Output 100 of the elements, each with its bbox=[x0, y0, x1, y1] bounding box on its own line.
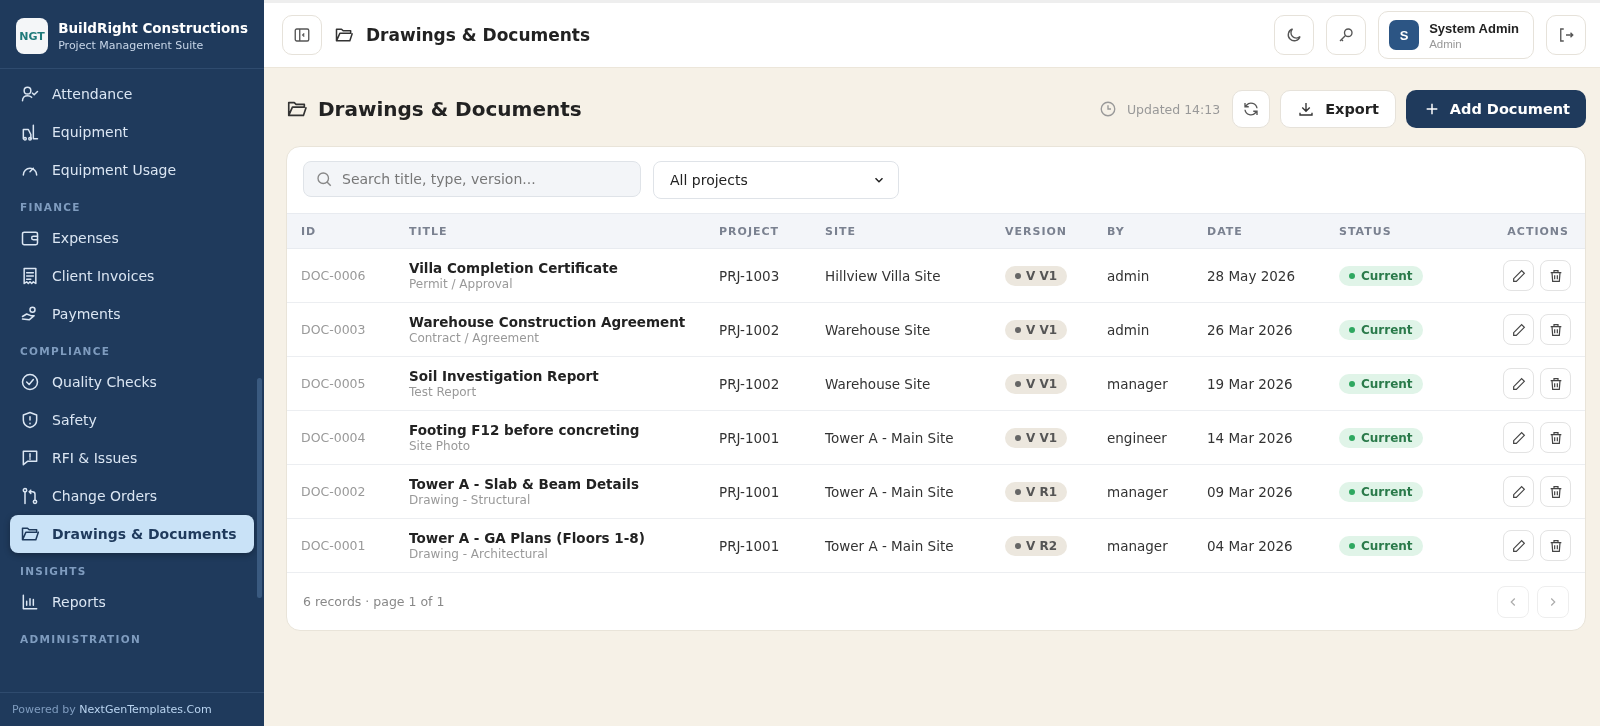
footer-link[interactable]: NextGenTemplates.Com bbox=[79, 703, 212, 716]
logout-icon bbox=[1557, 26, 1575, 44]
table-cell: PRJ-1003 bbox=[719, 267, 780, 284]
table-cell: 14 Mar 2026 bbox=[1207, 429, 1293, 446]
folder-icon bbox=[20, 524, 40, 544]
table-cell: DOC-0006 bbox=[301, 268, 366, 283]
document-title: Soil Investigation Report bbox=[409, 368, 600, 384]
search-icon bbox=[315, 170, 333, 188]
document-title: Tower A - GA Plans (Floors 1-8) bbox=[409, 530, 646, 546]
chart-icon bbox=[20, 592, 40, 612]
edit-button[interactable] bbox=[1503, 260, 1534, 291]
column-header: SITE bbox=[825, 224, 858, 238]
theme-toggle-button[interactable] bbox=[1274, 15, 1315, 55]
table-cell: Warehouse Site bbox=[825, 321, 931, 338]
status-tag: Current bbox=[1339, 427, 1423, 448]
document-type: Drawing - Architectural bbox=[409, 547, 549, 561]
status-tag: Current bbox=[1339, 265, 1423, 286]
key-button[interactable] bbox=[1326, 15, 1367, 55]
badge-check-icon bbox=[20, 372, 40, 392]
export-button[interactable]: Export bbox=[1280, 90, 1396, 128]
document-title: Footing F12 before concreting bbox=[409, 422, 641, 438]
column-header: ACTIONS bbox=[1506, 224, 1570, 238]
nav-section-heading: INSIGHTS bbox=[19, 564, 88, 579]
status-tag: Current bbox=[1339, 481, 1423, 502]
edit-button[interactable] bbox=[1503, 530, 1534, 561]
table-cell: 09 Mar 2026 bbox=[1207, 483, 1293, 500]
table-cell: Warehouse Site bbox=[825, 375, 931, 392]
brand-name: BuildRight Constructions bbox=[58, 20, 248, 36]
delete-button[interactable] bbox=[1540, 476, 1571, 507]
nav-item[interactable]: Expenses bbox=[10, 219, 254, 257]
nav-item[interactable]: Drawings & Documents bbox=[10, 515, 254, 553]
nav-section-heading: FINANCE bbox=[19, 200, 82, 215]
nav-item[interactable]: RFI & Issues bbox=[10, 439, 254, 477]
edit-button[interactable] bbox=[1503, 476, 1534, 507]
edit-button[interactable] bbox=[1503, 422, 1534, 453]
clock-icon bbox=[1098, 100, 1117, 118]
nav-item[interactable]: Client Invoices bbox=[10, 257, 254, 295]
column-header: ID bbox=[301, 224, 318, 238]
delete-button[interactable] bbox=[1540, 368, 1571, 399]
git-icon bbox=[20, 486, 40, 506]
user-role: Admin bbox=[1429, 37, 1462, 50]
document-type: Contract / Agreement bbox=[409, 331, 540, 345]
status-tag: Current bbox=[1339, 535, 1423, 556]
pencil-icon bbox=[1510, 267, 1527, 284]
user-avatar: S bbox=[1389, 20, 1420, 50]
user-name: System Admin bbox=[1429, 20, 1519, 36]
column-header: BY bbox=[1107, 224, 1126, 238]
table-cell: Tower A - Main Site bbox=[825, 483, 954, 500]
delete-button[interactable] bbox=[1540, 530, 1571, 561]
add-document-button[interactable]: Add Document bbox=[1405, 90, 1586, 128]
version-tag: V R2 bbox=[1005, 535, 1068, 556]
delete-button[interactable] bbox=[1540, 422, 1571, 453]
table-cell: manager bbox=[1107, 537, 1168, 554]
nav-item[interactable]: Equipment Usage bbox=[10, 151, 254, 189]
search-field[interactable]: Search title, type, version... bbox=[303, 161, 641, 197]
version-tag: V V1 bbox=[1005, 319, 1068, 340]
status-tag: Current bbox=[1339, 319, 1423, 340]
table-cell: 04 Mar 2026 bbox=[1207, 537, 1293, 554]
panel-icon bbox=[293, 26, 311, 44]
nav-item[interactable]: Equipment bbox=[10, 113, 254, 151]
edit-button[interactable] bbox=[1503, 314, 1534, 345]
table-cell: DOC-0003 bbox=[301, 322, 366, 337]
table-cell: DOC-0004 bbox=[301, 430, 366, 445]
table-cell: Tower A - Main Site bbox=[825, 429, 954, 446]
column-header: STATUS bbox=[1339, 224, 1393, 238]
table-cell: manager bbox=[1107, 483, 1168, 500]
table-cell: PRJ-1002 bbox=[719, 375, 780, 392]
logout-button[interactable] bbox=[1546, 15, 1586, 55]
edit-button[interactable] bbox=[1503, 368, 1534, 399]
table-cell: DOC-0001 bbox=[301, 538, 366, 553]
refresh-button[interactable] bbox=[1232, 90, 1271, 128]
table-cell: Hillview Villa Site bbox=[825, 267, 941, 284]
sidebar-toggle-button[interactable] bbox=[282, 15, 322, 55]
nav-item[interactable]: Reports bbox=[10, 583, 254, 621]
table-cell: 19 Mar 2026 bbox=[1207, 375, 1293, 392]
updated-time: Updated 14:13 bbox=[1126, 101, 1221, 117]
user-menu[interactable]: S System Admin Admin bbox=[1378, 11, 1534, 59]
nav-section-heading: ADMINISTRATION bbox=[19, 632, 142, 647]
delete-button[interactable] bbox=[1540, 314, 1571, 345]
nav-item[interactable]: Safety bbox=[10, 401, 254, 439]
forklift-icon bbox=[20, 122, 40, 142]
table-cell: 26 Mar 2026 bbox=[1207, 321, 1293, 338]
table-cell: manager bbox=[1107, 375, 1168, 392]
document-type: Site Photo bbox=[409, 439, 472, 453]
column-header: VERSION bbox=[1005, 224, 1069, 238]
scrollbar[interactable] bbox=[257, 378, 262, 598]
refresh-icon bbox=[1242, 100, 1261, 118]
table-cell: admin bbox=[1107, 321, 1150, 338]
page-title: Drawings & Documents bbox=[318, 97, 582, 121]
nav-item[interactable]: Quality Checks bbox=[10, 363, 254, 401]
nav-item[interactable]: Payments bbox=[10, 295, 254, 333]
version-tag: V V1 bbox=[1005, 373, 1068, 394]
nav-item[interactable]: Attendance bbox=[10, 75, 254, 113]
status-tag: Current bbox=[1339, 373, 1423, 394]
delete-button[interactable] bbox=[1540, 260, 1571, 291]
brand-subtitle: Project Management Suite bbox=[58, 39, 205, 52]
table-cell: Tower A - Main Site bbox=[825, 537, 954, 554]
project-select[interactable]: All projects bbox=[653, 161, 899, 199]
wallet-icon bbox=[20, 228, 40, 248]
nav-item[interactable]: Change Orders bbox=[10, 477, 254, 515]
